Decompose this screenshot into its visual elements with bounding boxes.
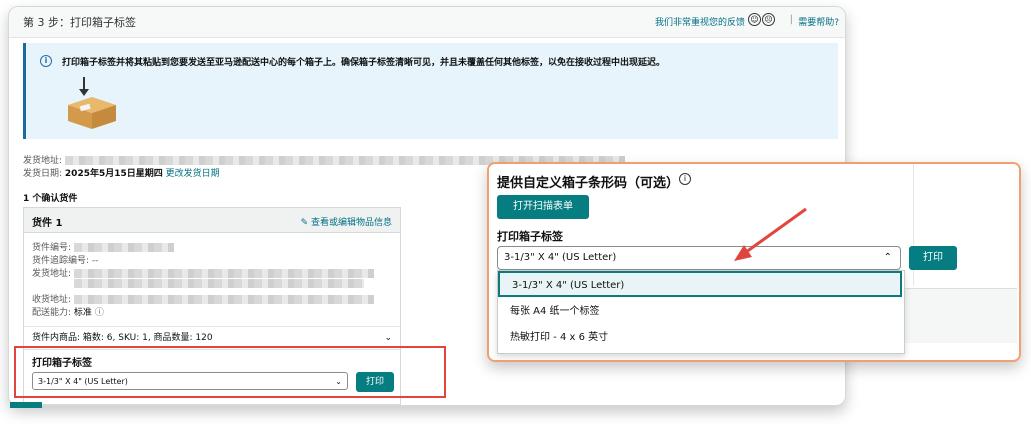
- option-a4[interactable]: 每张 A4 纸一个标签: [498, 299, 902, 325]
- ship-date-label: 发货日期:: [23, 169, 63, 179]
- modal-print-label: 打印箱子标签: [497, 230, 563, 243]
- red-arrow-icon: [734, 207, 807, 261]
- feedback-link[interactable]: 我们非常重视您的反馈: [655, 15, 745, 28]
- modal-label-size-select[interactable]: 3-1/3" X 4" (US Letter) ⌃: [497, 246, 901, 270]
- capability-label: 配送能力:: [32, 308, 72, 318]
- info-text: 打印箱子标签并将其粘贴到您要发送至亚马逊配送中心的每个箱子上。确保箱子标签清晰可…: [62, 58, 666, 68]
- box-illustration-icon: [68, 77, 116, 129]
- ship-date-value: 2025年5月15日星期四: [64, 169, 163, 179]
- header-divider: |: [789, 14, 793, 25]
- ship-from-cont: [74, 279, 364, 289]
- redacted-from-2: [74, 279, 364, 288]
- change-date-link[interactable]: 更改发货日期: [166, 169, 220, 179]
- ship-from-row-2: 发货地址:: [32, 266, 374, 279]
- info-icon[interactable]: i: [679, 173, 691, 185]
- modal-gray-strip: [905, 288, 1017, 343]
- sad-face-icon[interactable]: ☹: [762, 13, 775, 26]
- option-thermal[interactable]: 热敏打印 - 4 x 6 英寸: [498, 325, 902, 351]
- label-size-dropdown: 3-1/3" X 4" (US Letter) 每张 A4 纸一个标签 热敏打印…: [497, 270, 905, 354]
- edit-items-link[interactable]: ✎ 查看或编辑物品信息: [301, 215, 392, 228]
- edit-items-label: 查看或编辑物品信息: [310, 218, 392, 228]
- open-scan-form-button[interactable]: 打开扫描表单: [497, 195, 589, 219]
- modal-select-value: 3-1/3" X 4" (US Letter): [504, 252, 617, 263]
- shipment-title: 货件 1: [32, 218, 63, 229]
- highlight-box: [14, 346, 446, 398]
- ship-to-label: 收货地址:: [32, 295, 72, 305]
- items-summary: 货件内商品: 箱数: 6, SKU: 1, 商品数量: 120: [32, 333, 213, 343]
- option-us-letter[interactable]: 3-1/3" X 4" (US Letter): [498, 271, 902, 297]
- pencil-icon: ✎: [300, 218, 309, 228]
- ship-from-label: 发货地址:: [23, 156, 63, 166]
- shipment-id-label: 货件编号:: [32, 243, 72, 253]
- redacted-to: [73, 295, 374, 304]
- info-banner: i 打印箱子标签并将其粘贴到您要发送至亚马逊配送中心的每个箱子上。确保箱子标签清…: [23, 43, 838, 139]
- shipment-id-row: 货件编号:: [32, 240, 174, 253]
- redacted-id: [73, 243, 174, 252]
- capability-value: 标准: [73, 308, 92, 318]
- info-icon: i: [40, 55, 52, 67]
- modal-print-button[interactable]: 打印: [909, 246, 957, 270]
- step-title: 第 3 步：打印箱子标签: [23, 16, 136, 29]
- modal-title: 提供自定义箱子条形码（可选）: [497, 176, 680, 191]
- capability-row: 配送能力: 标准 ⓘ: [32, 305, 104, 318]
- step-header: 第 3 步：打印箱子标签 我们非常重视您的反馈 ☺ ☹ | 需要帮助?: [9, 7, 845, 38]
- tracking-row: 货件追踪编号: --: [32, 256, 99, 266]
- shipment-header: 货件 1 ✎ 查看或编辑物品信息: [24, 208, 400, 233]
- redacted-from: [73, 269, 374, 278]
- ship-from-label-2: 发货地址:: [32, 269, 72, 279]
- ship-date-row: 发货日期: 2025年5月15日星期四 更改发货日期: [23, 166, 220, 179]
- chevron-up-icon: ⌃: [883, 252, 892, 263]
- happy-face-icon[interactable]: ☺: [748, 13, 761, 26]
- confirmed-shipments-title: 1 个确认货件: [23, 194, 78, 204]
- info-icon-small[interactable]: ⓘ: [95, 308, 104, 318]
- help-link[interactable]: 需要帮助?: [798, 15, 839, 28]
- teal-corner-fragment: [10, 402, 42, 408]
- ship-to-row: 收货地址:: [32, 292, 374, 305]
